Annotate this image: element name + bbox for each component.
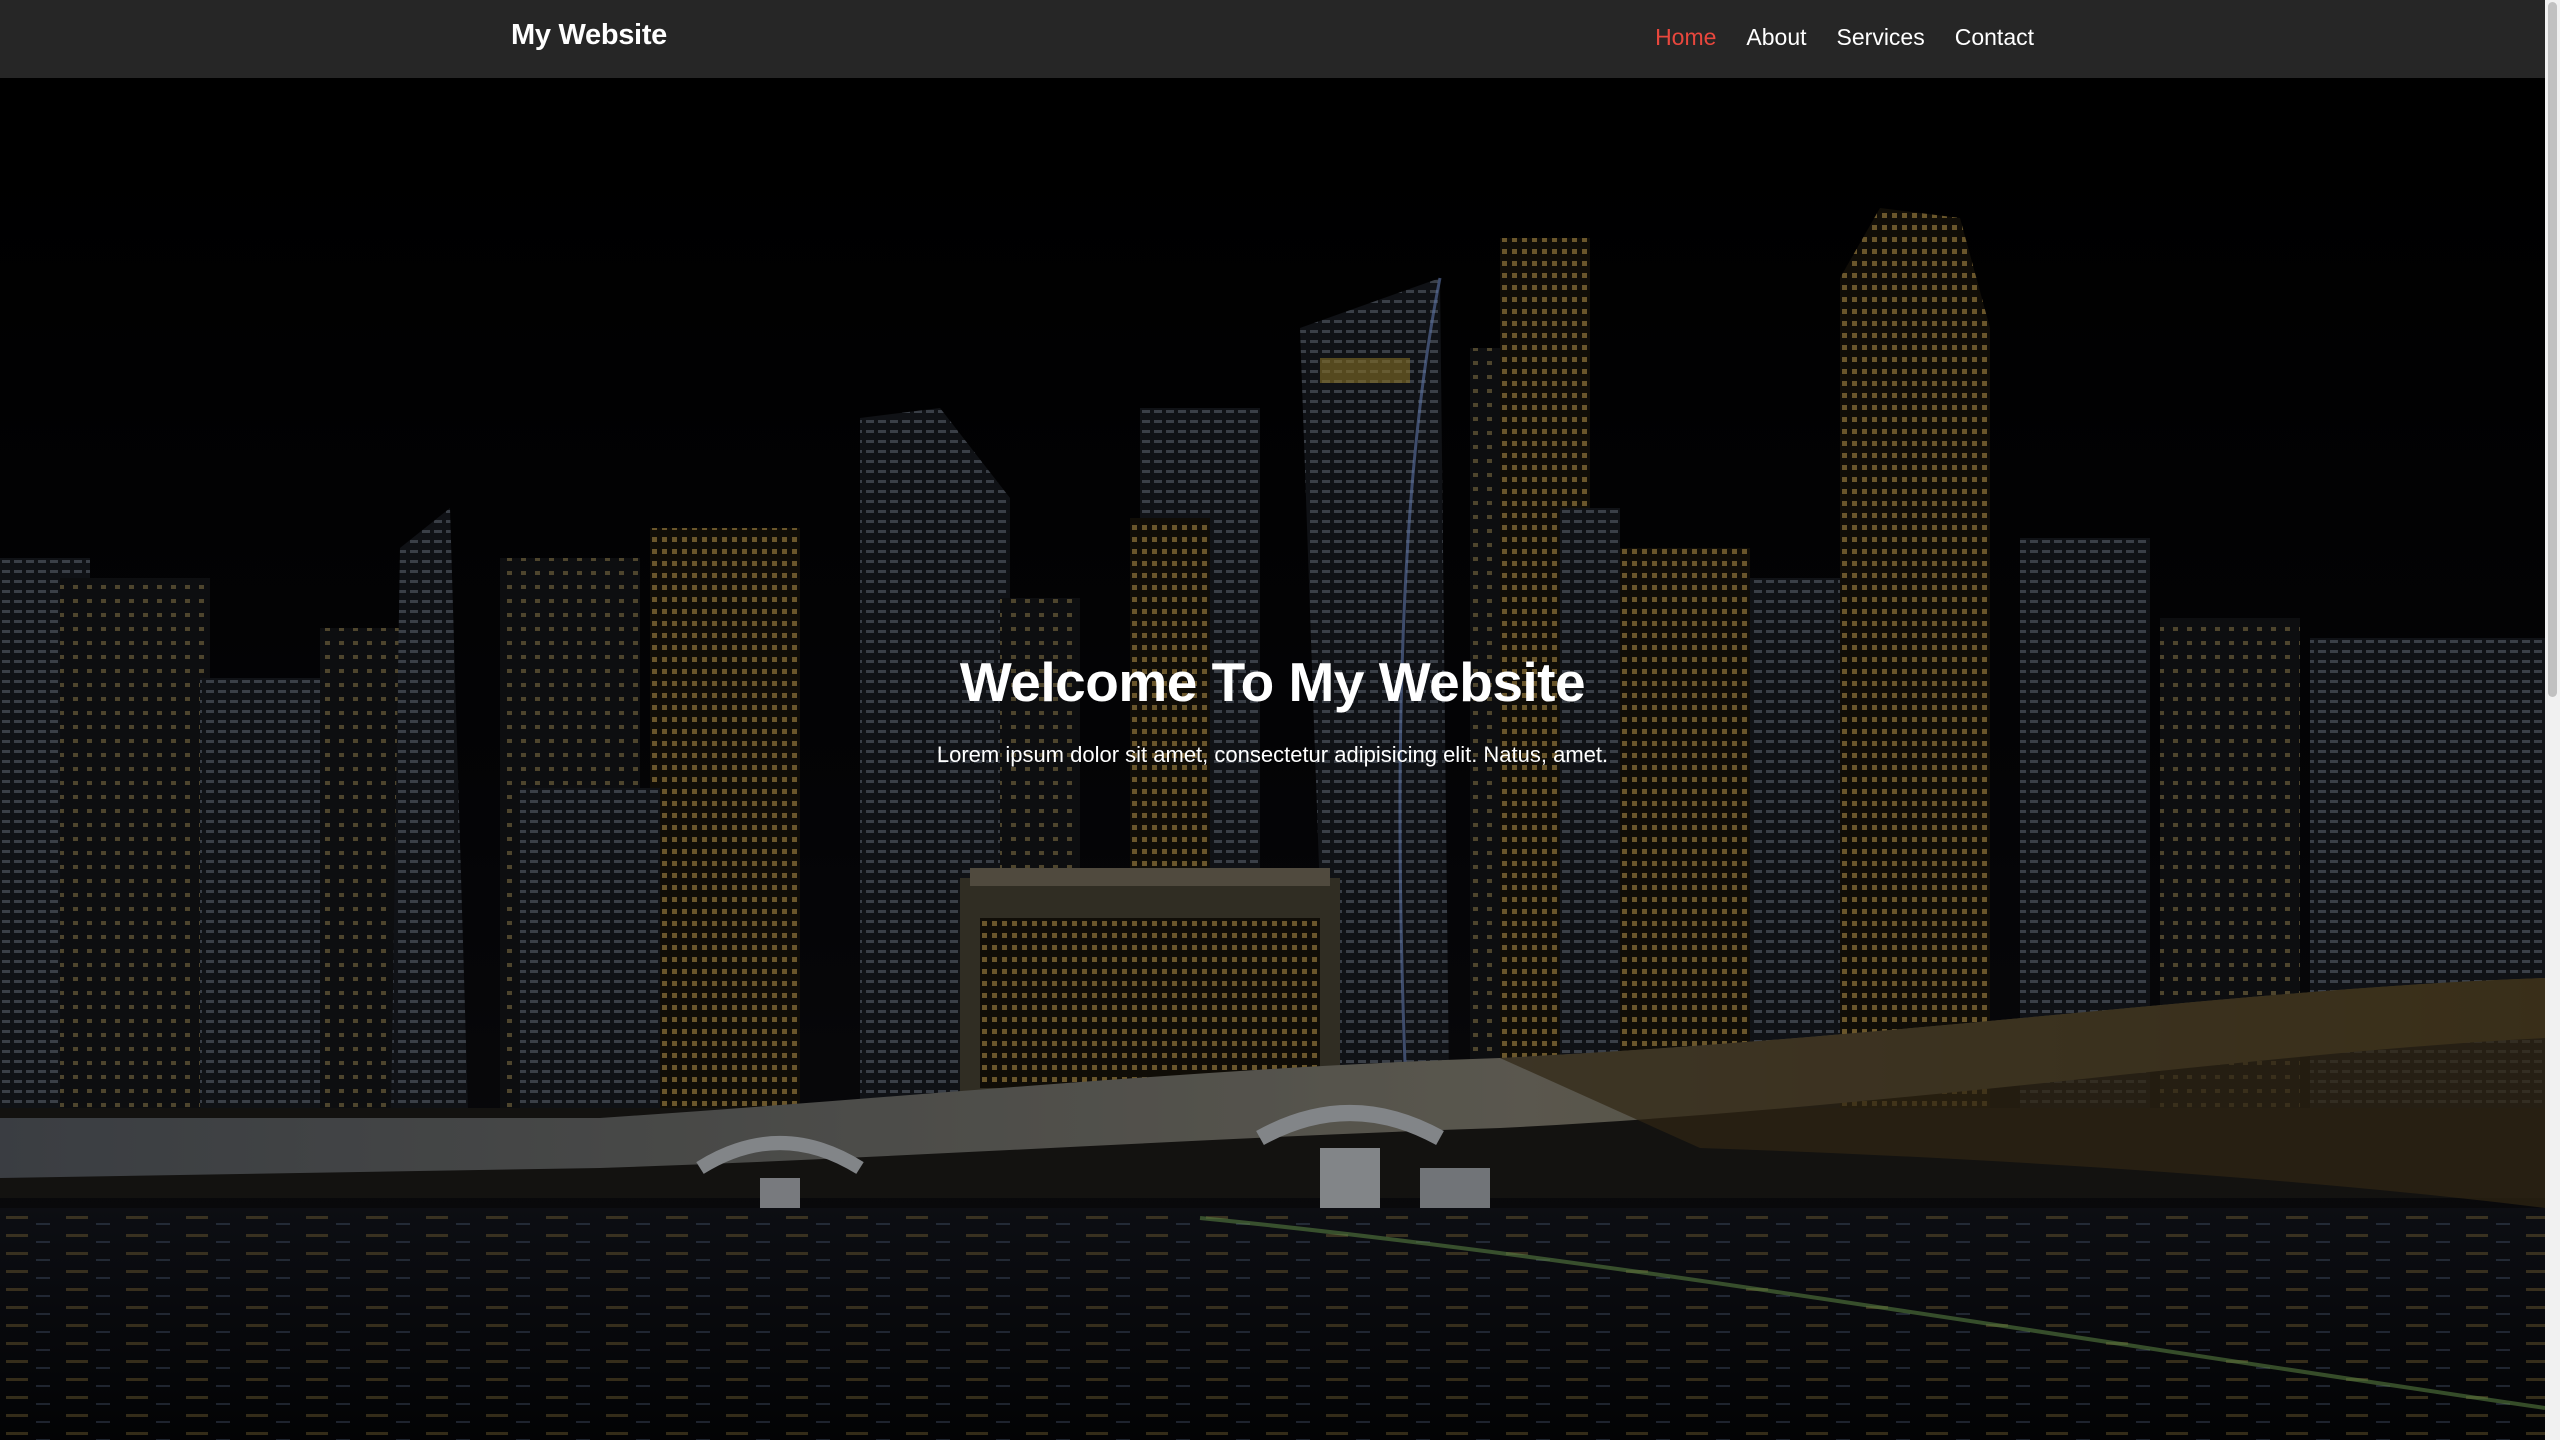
nav-link-services[interactable]: Services [1837,24,1925,51]
page: My Website Home About Services Contact W… [0,0,2545,1440]
hero-content: Welcome To My Website Lorem ipsum dolor … [0,650,2545,768]
nav-link-about[interactable]: About [1746,24,1806,51]
nav-links: Home About Services Contact [1655,24,2034,51]
nav-link-contact[interactable]: Contact [1955,24,2034,51]
navbar: My Website Home About Services Contact [0,0,2545,78]
vertical-scrollbar[interactable] [2545,0,2560,1440]
hero-section: Welcome To My Website Lorem ipsum dolor … [0,78,2545,1440]
nav-link-home[interactable]: Home [1655,24,1716,51]
scrollbar-thumb[interactable] [2548,2,2557,697]
site-logo[interactable]: My Website [511,19,667,52]
hero-subtitle: Lorem ipsum dolor sit amet, consectetur … [936,742,1609,767]
hero-title: Welcome To My Website [959,651,1586,713]
